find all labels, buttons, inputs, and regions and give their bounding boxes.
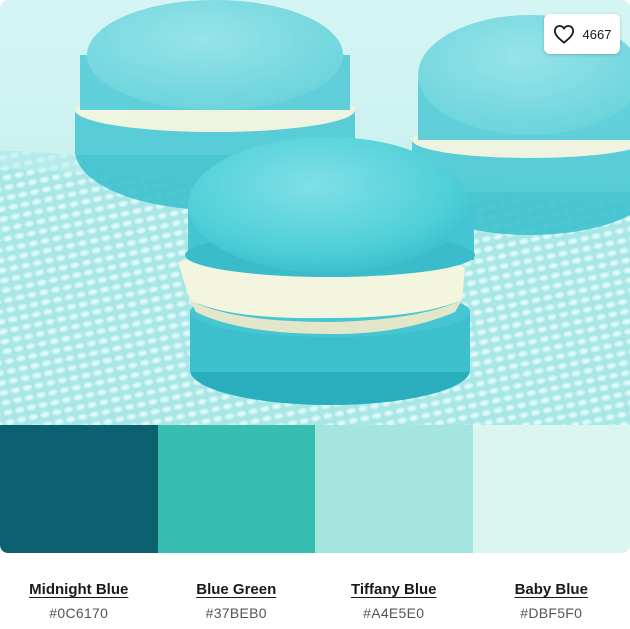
color-name-link[interactable]: Blue Green <box>196 581 276 598</box>
palette-card: 4667 Midnight Blue #0C6170 Blue Green #3… <box>0 0 630 629</box>
swatch-midnight-blue[interactable] <box>0 425 158 553</box>
color-name-link[interactable]: Tiffany Blue <box>351 581 437 598</box>
color-hex-code: #37BEB0 <box>205 605 267 621</box>
color-name-link[interactable]: Baby Blue <box>515 581 588 598</box>
swatch-baby-blue[interactable] <box>472 425 630 553</box>
heart-outline-icon <box>553 25 574 44</box>
swatch-blue-green[interactable] <box>157 425 315 553</box>
color-label-blue-green: Blue Green #37BEB0 <box>158 553 316 629</box>
swatch-tiffany-blue[interactable] <box>315 425 473 553</box>
color-label-tiffany-blue: Tiffany Blue #A4E5E0 <box>315 553 473 629</box>
color-hex-code: #DBF5F0 <box>520 605 583 621</box>
color-label-baby-blue: Baby Blue #DBF5F0 <box>473 553 630 629</box>
like-button[interactable]: 4667 <box>544 14 620 54</box>
like-count: 4667 <box>582 26 612 42</box>
color-labels: Midnight Blue #0C6170 Blue Green #37BEB0… <box>0 553 630 629</box>
color-hex-code: #A4E5E0 <box>363 605 425 621</box>
color-name-link[interactable]: Midnight Blue <box>29 581 128 598</box>
color-hex-code: #0C6170 <box>49 605 109 621</box>
macarons-photo <box>0 0 630 425</box>
palette-photo: 4667 <box>0 0 630 425</box>
color-swatches <box>0 425 630 553</box>
color-label-midnight-blue: Midnight Blue #0C6170 <box>0 553 158 629</box>
